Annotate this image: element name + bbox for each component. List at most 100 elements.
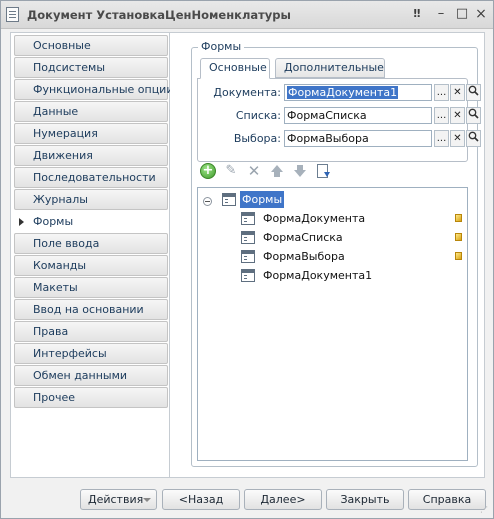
sidebar-item-label: Функциональные опции — [33, 83, 174, 96]
main-panel: Формы Основные Дополнительные Документа:… — [170, 32, 485, 478]
sidebar-item-interfeysy[interactable]: Интерфейсы — [14, 343, 168, 364]
sidebar-item-makety[interactable]: Макеты — [14, 277, 168, 298]
minimize-button[interactable]: – — [433, 6, 449, 22]
sidebar-item-label: Права — [33, 325, 69, 338]
sort-icon[interactable] — [315, 163, 331, 179]
list-form-open-button[interactable] — [466, 107, 481, 124]
sidebar-item-label: Ввод на основании — [33, 303, 144, 316]
tab-content-osnovnye: Документа: ФормаДокумента1 ... ✕ Списка:… — [197, 78, 481, 162]
delete-icon[interactable]: ✕ — [246, 163, 262, 179]
tree-item-label: ФормаВыбора — [263, 250, 345, 263]
sidebar-item-obmen-dannymi[interactable]: Обмен данными — [14, 365, 168, 386]
chevron-down-icon — [143, 498, 151, 502]
choice-form-clear-button[interactable]: ✕ — [450, 130, 465, 147]
tab-dopolnitelnye[interactable]: Дополнительные — [275, 58, 385, 78]
document-form-clear-button[interactable]: ✕ — [450, 84, 465, 101]
sidebar-item-formy[interactable]: Формы — [14, 211, 168, 232]
sidebar-item-dannye[interactable]: Данные — [14, 101, 168, 122]
next-button[interactable]: Далее> — [244, 489, 322, 510]
tree-root-label: Формы — [240, 191, 285, 208]
forms-tree[interactable]: Формы ФормаДокумента ФормаСписка ФормаВы… — [197, 187, 468, 461]
move-up-icon[interactable] — [269, 163, 285, 179]
edit-icon[interactable]: ✎ — [223, 163, 239, 179]
sidebar-item-zhurnaly[interactable]: Журналы — [14, 189, 168, 210]
choice-form-open-button[interactable] — [466, 130, 481, 147]
sidebar-item-label: Прочее — [33, 391, 76, 404]
sidebar-item-funktsionalnye-optsii[interactable]: Функциональные опции — [14, 79, 173, 100]
sidebar-item-label: Данные — [33, 105, 79, 118]
maximize-button[interactable]: □ — [454, 6, 470, 22]
active-arrow-icon — [19, 218, 24, 226]
choice-form-label: Выбора: — [233, 132, 281, 145]
tree-root[interactable]: Формы — [198, 191, 458, 208]
tree-item-label: ФормаСписка — [263, 231, 343, 244]
form-icon — [241, 269, 255, 282]
choice-form-value: ФормаВыбора — [287, 132, 369, 145]
sidebar-item-osnovnye[interactable]: Основные — [14, 35, 168, 56]
clear-icon: ✕ — [453, 87, 462, 98]
add-icon[interactable]: + — [200, 163, 216, 179]
sidebar-item-posledovatelnosti[interactable]: Последовательности — [14, 167, 168, 188]
close-button[interactable]: Закрыть — [326, 489, 404, 510]
sidebar-item-podsistemy[interactable]: Подсистемы — [14, 57, 168, 78]
choice-form-field[interactable]: ФормаВыбора — [284, 130, 432, 147]
sidebar: Основные Подсистемы Функциональные опции… — [10, 32, 173, 478]
back-button[interactable]: <Назад — [162, 489, 240, 510]
close-window-button[interactable]: × — [473, 6, 489, 22]
choice-form-choose-button[interactable]: ... — [434, 130, 449, 147]
resize-grip-icon[interactable]: ⋰ — [480, 505, 490, 515]
sidebar-item-prava[interactable]: Права — [14, 321, 168, 342]
actions-dropdown[interactable]: Действия — [80, 489, 157, 510]
tree-item[interactable]: ФормаСписка — [241, 229, 467, 246]
sidebar-item-numeratsiya[interactable]: Нумерация — [14, 123, 168, 144]
sidebar-item-label: Последовательности — [33, 171, 156, 184]
sidebar-item-dvizheniya[interactable]: Движения — [14, 145, 168, 166]
sidebar-item-prochee[interactable]: Прочее — [14, 387, 168, 408]
list-form-choose-button[interactable]: ... — [434, 107, 449, 124]
collapse-icon[interactable] — [203, 197, 212, 206]
form-icon — [241, 231, 255, 244]
sidebar-item-label: Обмен данными — [33, 369, 128, 382]
search-icon — [468, 131, 479, 142]
sidebar-item-label: Нумерация — [33, 127, 98, 140]
move-down-icon[interactable] — [292, 163, 308, 179]
forms-group-title: Формы — [198, 40, 245, 53]
tree-item[interactable]: ФормаВыбора — [241, 248, 467, 265]
tree-item[interactable]: ФормаДокумента1 — [241, 267, 467, 284]
form-icon — [241, 212, 255, 225]
sidebar-item-pole-vvoda[interactable]: Поле ввода — [14, 233, 168, 254]
list-form-label: Списка: — [235, 109, 281, 122]
document-form-open-button[interactable] — [466, 84, 481, 101]
sidebar-item-label: Журналы — [33, 193, 88, 206]
sidebar-item-label: Интерфейсы — [33, 347, 107, 360]
list-form-value: ФормаСписка — [287, 109, 367, 122]
sidebar-item-label: Основные — [33, 39, 91, 52]
clear-icon: ✕ — [453, 110, 462, 121]
sidebar-item-label: Формы — [33, 215, 74, 228]
search-icon — [468, 108, 479, 119]
help-button[interactable]: Справка — [408, 489, 486, 510]
clear-icon: ✕ — [453, 133, 462, 144]
marker-icon — [455, 233, 462, 241]
document-form-field[interactable]: ФормаДокумента1 — [284, 84, 432, 101]
sidebar-item-label: Макеты — [33, 281, 78, 294]
title-bar[interactable]: Документ УстановкаЦенНоменклатуры ‼ – □ … — [1, 1, 493, 29]
window-extra-button[interactable]: ‼ — [409, 6, 425, 22]
sidebar-item-komandy[interactable]: Команды — [14, 255, 168, 276]
list-form-field[interactable]: ФормаСписка — [284, 107, 432, 124]
list-form-clear-button[interactable]: ✕ — [450, 107, 465, 124]
marker-icon — [455, 214, 462, 222]
tab-osnovnye[interactable]: Основные — [200, 58, 270, 79]
sidebar-item-label: Движения — [33, 149, 93, 162]
tree-item[interactable]: ФормаДокумента — [241, 210, 467, 227]
form-icon — [241, 250, 255, 263]
marker-icon — [455, 252, 462, 260]
document-form-choose-button[interactable]: ... — [434, 84, 449, 101]
sidebar-item-label: Поле ввода — [33, 237, 100, 250]
document-form-label: Документа: — [213, 86, 281, 99]
document-icon — [6, 7, 19, 22]
actions-label: Действия — [88, 493, 144, 506]
sidebar-item-label: Команды — [33, 259, 87, 272]
sidebar-item-vvod-na-osnovanii[interactable]: Ввод на основании — [14, 299, 168, 320]
form-icon — [222, 193, 236, 206]
